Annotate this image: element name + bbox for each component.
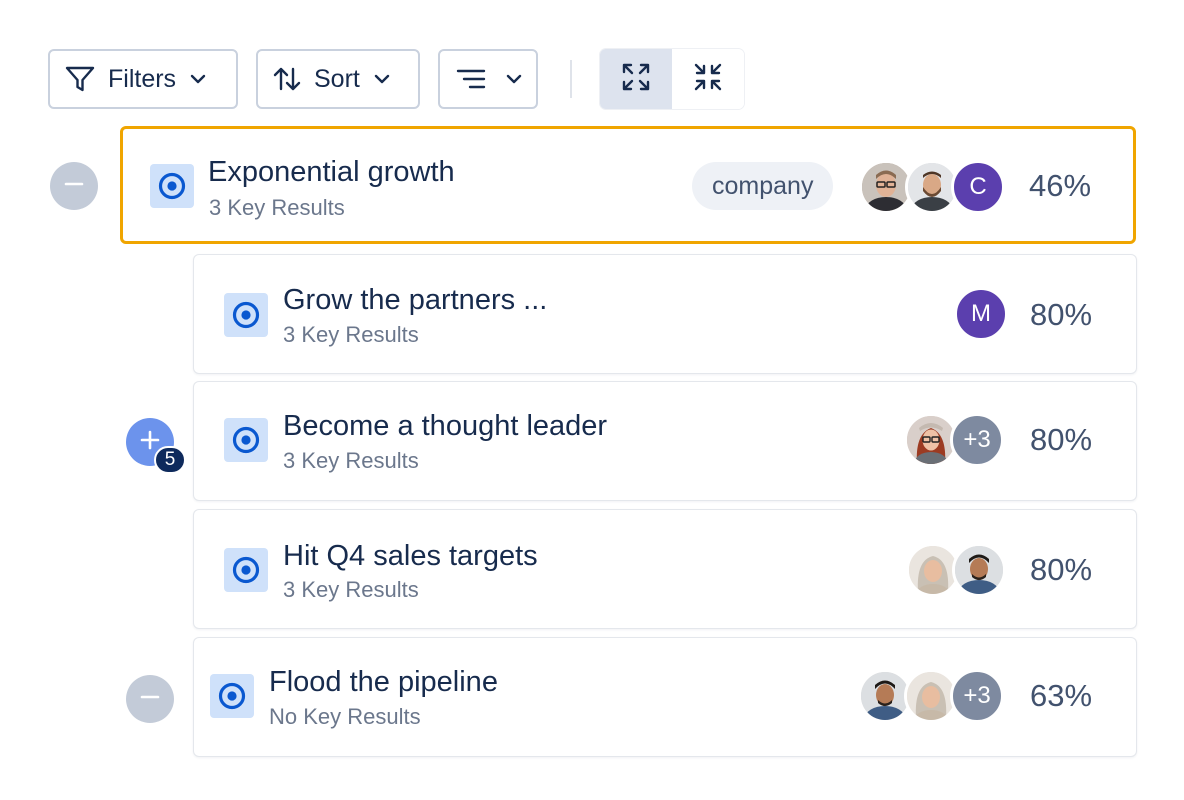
filters-button[interactable]: Filters: [48, 49, 238, 109]
progress-percentage: 80%: [1030, 552, 1093, 587]
minus-icon: [139, 686, 161, 713]
view-options-button[interactable]: [438, 49, 538, 109]
target-icon: [224, 293, 268, 337]
woman-gray-hair-photo: [907, 672, 955, 720]
objective-row-q4-sales[interactable]: Hit Q4 sales targets 3 Key Results 80%: [193, 509, 1137, 629]
objective-title: Flood the pipeline: [269, 666, 498, 698]
objective-title: Exponential growth: [208, 156, 455, 188]
key-results-count: No Key Results: [269, 704, 421, 729]
man-dark-hair-photo: [861, 672, 909, 720]
objective-title: Hit Q4 sales targets: [283, 540, 538, 572]
objective-row-flood-pipeline[interactable]: Flood the pipeline No Key Results +3 63%: [193, 637, 1137, 757]
woman-red-hair-photo: [907, 416, 955, 464]
collapse-row-button[interactable]: [50, 162, 98, 210]
toolbar-divider: [570, 60, 572, 98]
align-lines-icon: [456, 67, 486, 91]
objective-row-grow-partners[interactable]: Grow the partners ... 3 Key Results M 80…: [193, 254, 1137, 374]
sort-arrows-icon: [272, 64, 302, 94]
progress-percentage: 63%: [1030, 678, 1093, 713]
toolbar: Filters Sort: [48, 48, 744, 110]
progress-percentage: 80%: [1030, 297, 1093, 332]
key-results-count: 3 Key Results: [283, 322, 419, 347]
target-icon: [210, 674, 254, 718]
collapse-all-button[interactable]: [672, 49, 744, 109]
key-results-count: 3 Key Results: [283, 448, 419, 473]
sort-label: Sort: [314, 64, 360, 93]
chevron-down-icon: [188, 69, 208, 89]
man-dark-hair-photo: [955, 546, 1003, 594]
expand-all-button[interactable]: [600, 49, 672, 109]
owners-avatar-group[interactable]: [906, 543, 1006, 597]
progress-percentage: 80%: [1030, 422, 1093, 457]
owners-avatar-group[interactable]: +3: [904, 413, 1004, 467]
objective-row-thought-leader[interactable]: Become a thought leader 3 Key Results +3…: [193, 381, 1137, 501]
man-beard-photo: [908, 163, 956, 211]
avatar: [952, 543, 1006, 597]
expand-collapse-toggle: [600, 49, 744, 109]
collapse-row-button[interactable]: [126, 675, 174, 723]
tag-company[interactable]: company: [692, 162, 834, 210]
owners-avatar-group[interactable]: M: [954, 287, 1008, 341]
key-results-count: 3 Key Results: [209, 195, 345, 220]
owners-avatar-group[interactable]: C: [859, 160, 1005, 214]
target-icon: [224, 418, 268, 462]
avatar-more-count: +3: [950, 669, 1004, 723]
key-results-count: 3 Key Results: [283, 577, 419, 602]
objective-row-exponential-growth[interactable]: Exponential growth 3 Key Results company…: [120, 126, 1136, 244]
collapse-arrows-icon: [692, 61, 724, 98]
filter-icon: [64, 63, 96, 95]
sort-button[interactable]: Sort: [256, 49, 420, 109]
objective-title: Grow the partners ...: [283, 284, 548, 316]
avatar: M: [954, 287, 1008, 341]
filters-label: Filters: [108, 64, 177, 93]
progress-percentage: 46%: [1029, 168, 1092, 203]
chevron-down-icon: [372, 69, 392, 89]
minus-icon: [63, 173, 85, 200]
chevron-down-icon: [504, 69, 524, 89]
children-count-badge: 5: [154, 446, 186, 474]
man-glasses-photo: [862, 163, 910, 211]
owners-avatar-group[interactable]: +3: [858, 669, 1004, 723]
woman-gray-hair-photo: [909, 546, 957, 594]
avatar: C: [951, 160, 1005, 214]
expand-arrows-icon: [620, 61, 652, 98]
objective-title: Become a thought leader: [283, 410, 608, 442]
target-icon: [150, 164, 194, 208]
target-icon: [224, 548, 268, 592]
avatar-more-count: +3: [950, 413, 1004, 467]
